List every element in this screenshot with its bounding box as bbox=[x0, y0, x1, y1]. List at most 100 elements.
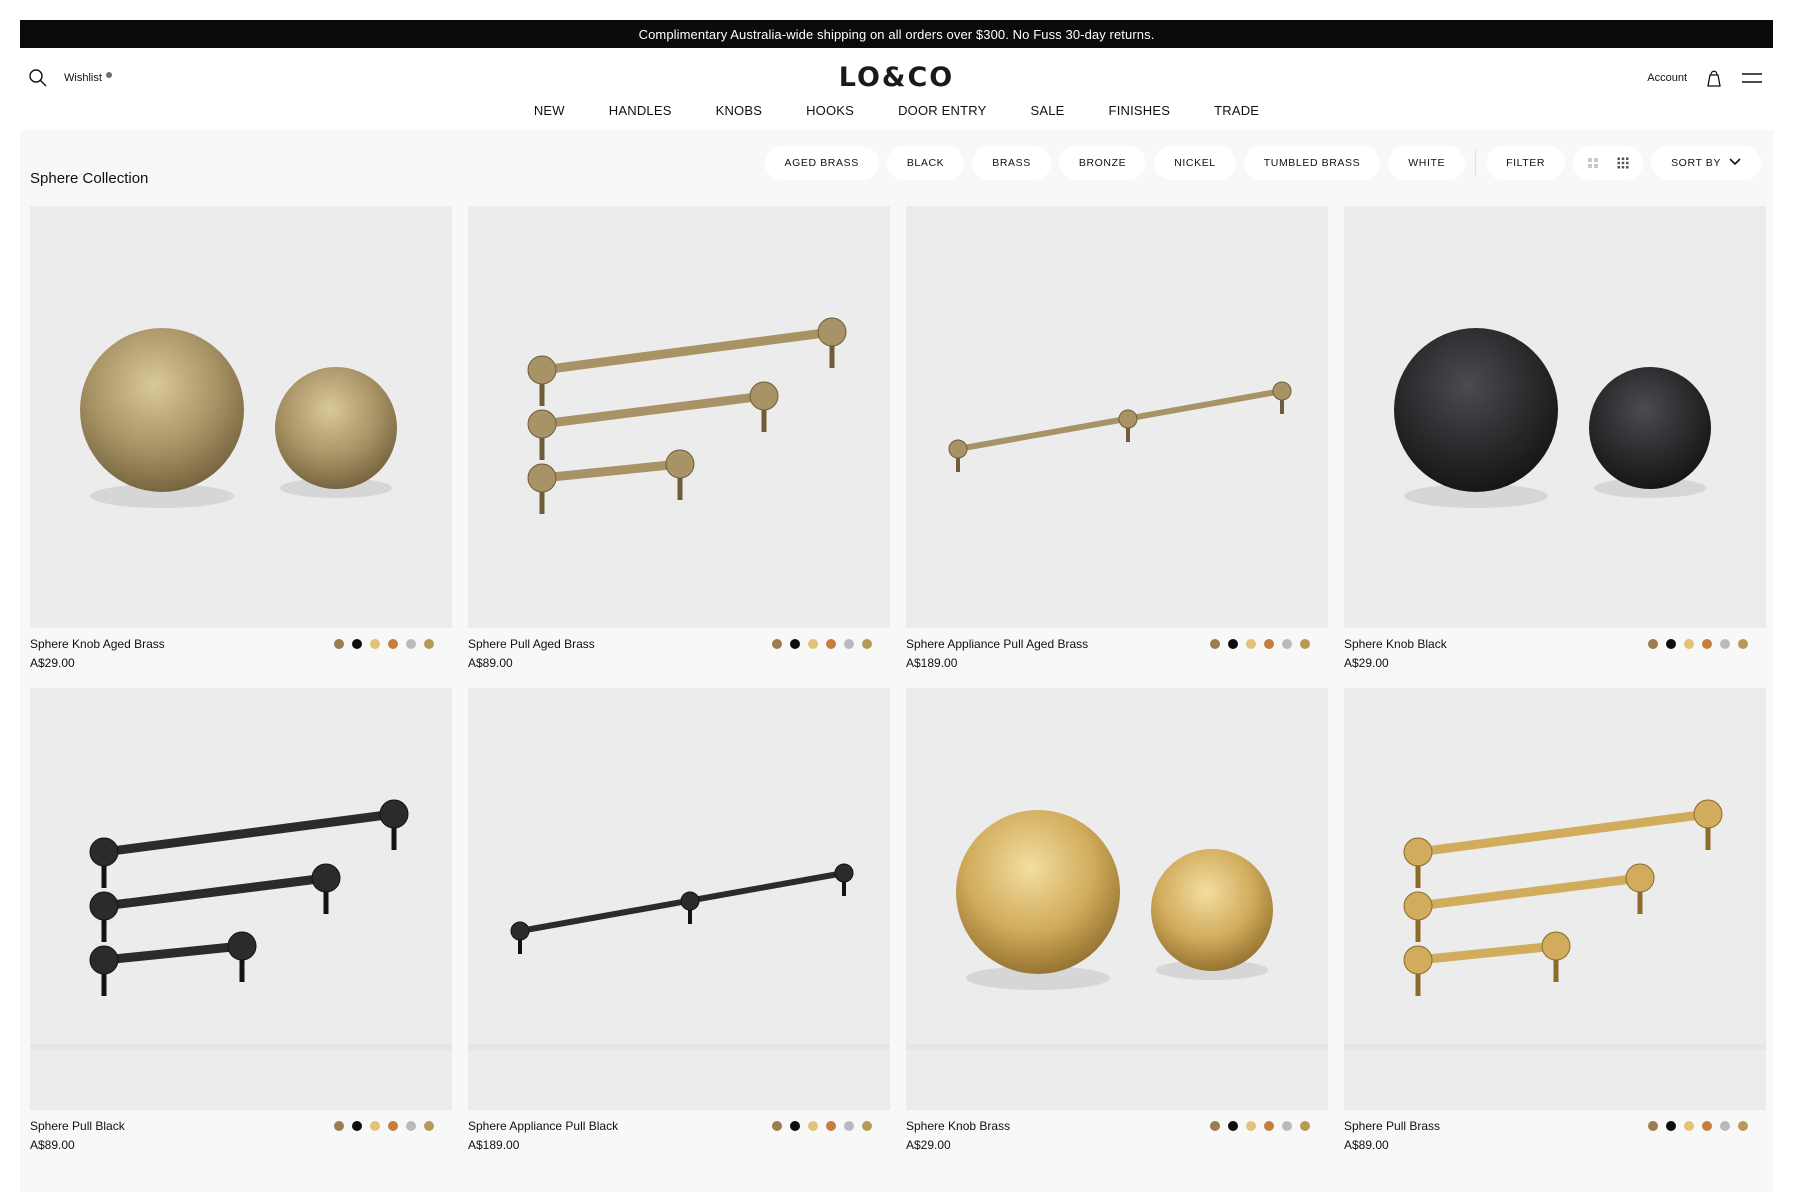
nav-item-finishes[interactable]: FINISHES bbox=[1087, 103, 1193, 118]
finish-swatch[interactable] bbox=[1702, 639, 1712, 649]
finish-swatch[interactable] bbox=[862, 639, 872, 649]
product-card[interactable]: Sphere Appliance Pull Black A$189.00 bbox=[468, 688, 890, 1152]
finish-swatch[interactable] bbox=[1300, 639, 1310, 649]
finish-swatch[interactable] bbox=[1720, 1121, 1730, 1131]
filter-chip-aged-brass[interactable]: AGED BRASS bbox=[764, 146, 879, 180]
finish-swatch[interactable] bbox=[1210, 1121, 1220, 1131]
finish-swatch[interactable] bbox=[334, 1121, 344, 1131]
finish-swatch[interactable] bbox=[1720, 639, 1730, 649]
finish-swatch[interactable] bbox=[406, 639, 416, 649]
nav-item-handles[interactable]: HANDLES bbox=[587, 103, 694, 118]
sort-by-dropdown[interactable]: SORT BY bbox=[1651, 146, 1761, 180]
finish-swatch[interactable] bbox=[388, 639, 398, 649]
finish-swatch[interactable] bbox=[790, 639, 800, 649]
filter-chip-brass[interactable]: BRASS bbox=[972, 146, 1051, 180]
product-name[interactable]: Sphere Pull Black bbox=[30, 1119, 125, 1133]
filter-chip-tumbled-brass[interactable]: TUMBLED BRASS bbox=[1243, 146, 1381, 180]
finish-swatch[interactable] bbox=[1264, 639, 1274, 649]
filter-chip-white[interactable]: WHITE bbox=[1388, 146, 1466, 180]
product-card[interactable]: Sphere Knob Aged Brass A$29.00 bbox=[30, 206, 452, 670]
wishlist-indicator-dot bbox=[105, 72, 112, 78]
finish-swatch[interactable] bbox=[1228, 1121, 1238, 1131]
finish-swatch[interactable] bbox=[388, 1121, 398, 1131]
grid-small-icon[interactable] bbox=[1617, 157, 1629, 169]
menu-icon[interactable] bbox=[1741, 71, 1763, 85]
finish-swatch[interactable] bbox=[1282, 1121, 1292, 1131]
nav-item-hooks[interactable]: HOOKS bbox=[784, 103, 876, 118]
product-name[interactable]: Sphere Knob Brass bbox=[906, 1119, 1010, 1133]
finish-swatch[interactable] bbox=[1246, 1121, 1256, 1131]
finish-swatch[interactable] bbox=[1282, 639, 1292, 649]
finish-swatch[interactable] bbox=[772, 639, 782, 649]
finish-swatch[interactable] bbox=[1210, 639, 1220, 649]
finish-swatch[interactable] bbox=[1738, 639, 1748, 649]
finish-swatch[interactable] bbox=[1648, 1121, 1658, 1131]
finish-swatch[interactable] bbox=[1738, 1121, 1748, 1131]
nav-item-door-entry[interactable]: DOOR ENTRY bbox=[876, 103, 1008, 118]
finish-swatch[interactable] bbox=[772, 1121, 782, 1131]
finish-swatches bbox=[334, 1121, 434, 1131]
nav-item-sale[interactable]: SALE bbox=[1009, 103, 1087, 118]
product-image[interactable] bbox=[30, 206, 452, 628]
finish-swatch[interactable] bbox=[826, 1121, 836, 1131]
header-left: Wishlist bbox=[28, 68, 112, 88]
product-image[interactable] bbox=[1344, 206, 1766, 628]
product-info-row: Sphere Appliance Pull Black bbox=[468, 1118, 890, 1134]
finish-swatch[interactable] bbox=[808, 639, 818, 649]
product-name[interactable]: Sphere Appliance Pull Black bbox=[468, 1119, 618, 1133]
finish-swatch[interactable] bbox=[370, 1121, 380, 1131]
nav-item-trade[interactable]: TRADE bbox=[1192, 103, 1281, 118]
product-card[interactable]: Sphere Knob Brass A$29.00 bbox=[906, 688, 1328, 1152]
finish-swatch[interactable] bbox=[1648, 639, 1658, 649]
finish-swatch[interactable] bbox=[1666, 639, 1676, 649]
filter-button[interactable]: FILTER bbox=[1486, 146, 1566, 180]
finish-swatch[interactable] bbox=[1300, 1121, 1310, 1131]
product-name[interactable]: Sphere Pull Brass bbox=[1344, 1119, 1440, 1133]
product-image[interactable] bbox=[468, 206, 890, 628]
finish-swatch[interactable] bbox=[1228, 639, 1238, 649]
filter-chip-bronze[interactable]: BRONZE bbox=[1058, 146, 1147, 180]
finish-swatch[interactable] bbox=[352, 639, 362, 649]
nav-item-new[interactable]: NEW bbox=[512, 103, 587, 118]
filter-bar: AGED BRASS BLACK BRASS BRONZE NICKEL TUM… bbox=[764, 146, 1761, 180]
product-image[interactable] bbox=[906, 206, 1328, 628]
finish-swatch[interactable] bbox=[334, 639, 344, 649]
product-name[interactable]: Sphere Pull Aged Brass bbox=[468, 637, 595, 651]
filter-chip-nickel[interactable]: NICKEL bbox=[1154, 146, 1236, 180]
finish-swatch[interactable] bbox=[1684, 1121, 1694, 1131]
finish-swatch[interactable] bbox=[862, 1121, 872, 1131]
product-card[interactable]: Sphere Appliance Pull Aged Brass A$189.00 bbox=[906, 206, 1328, 670]
finish-swatch[interactable] bbox=[1264, 1121, 1274, 1131]
product-price: A$89.00 bbox=[468, 656, 513, 670]
product-name[interactable]: Sphere Appliance Pull Aged Brass bbox=[906, 637, 1088, 651]
finish-swatch[interactable] bbox=[1702, 1121, 1712, 1131]
finish-swatch[interactable] bbox=[826, 639, 836, 649]
wishlist-link[interactable]: Wishlist bbox=[64, 72, 112, 84]
product-card[interactable]: Sphere Pull Brass A$89.00 bbox=[1344, 688, 1766, 1152]
bag-icon[interactable] bbox=[1705, 68, 1723, 88]
product-card[interactable]: Sphere Knob Black A$29.00 bbox=[1344, 206, 1766, 670]
view-toggle bbox=[1573, 146, 1644, 180]
finish-swatch[interactable] bbox=[1246, 639, 1256, 649]
grid-large-icon[interactable] bbox=[1587, 157, 1599, 169]
finish-swatch[interactable] bbox=[844, 1121, 854, 1131]
finish-swatch[interactable] bbox=[424, 1121, 434, 1131]
finish-swatch[interactable] bbox=[406, 1121, 416, 1131]
finish-swatch[interactable] bbox=[808, 1121, 818, 1131]
finish-swatch[interactable] bbox=[1684, 639, 1694, 649]
finish-swatch[interactable] bbox=[352, 1121, 362, 1131]
product-card[interactable]: Sphere Pull Black A$89.00 bbox=[30, 688, 452, 1152]
product-name[interactable]: Sphere Knob Aged Brass bbox=[30, 637, 165, 651]
finish-swatch[interactable] bbox=[370, 639, 380, 649]
site-logo[interactable]: LO&CO bbox=[839, 62, 955, 93]
filter-chip-black[interactable]: BLACK bbox=[886, 146, 965, 180]
finish-swatch[interactable] bbox=[790, 1121, 800, 1131]
search-icon[interactable] bbox=[28, 68, 48, 88]
product-name[interactable]: Sphere Knob Black bbox=[1344, 637, 1447, 651]
nav-item-knobs[interactable]: KNOBS bbox=[694, 103, 785, 118]
account-link[interactable]: Account bbox=[1647, 72, 1687, 84]
finish-swatch[interactable] bbox=[1666, 1121, 1676, 1131]
finish-swatch[interactable] bbox=[844, 639, 854, 649]
product-card[interactable]: Sphere Pull Aged Brass A$89.00 bbox=[468, 206, 890, 670]
finish-swatch[interactable] bbox=[424, 639, 434, 649]
